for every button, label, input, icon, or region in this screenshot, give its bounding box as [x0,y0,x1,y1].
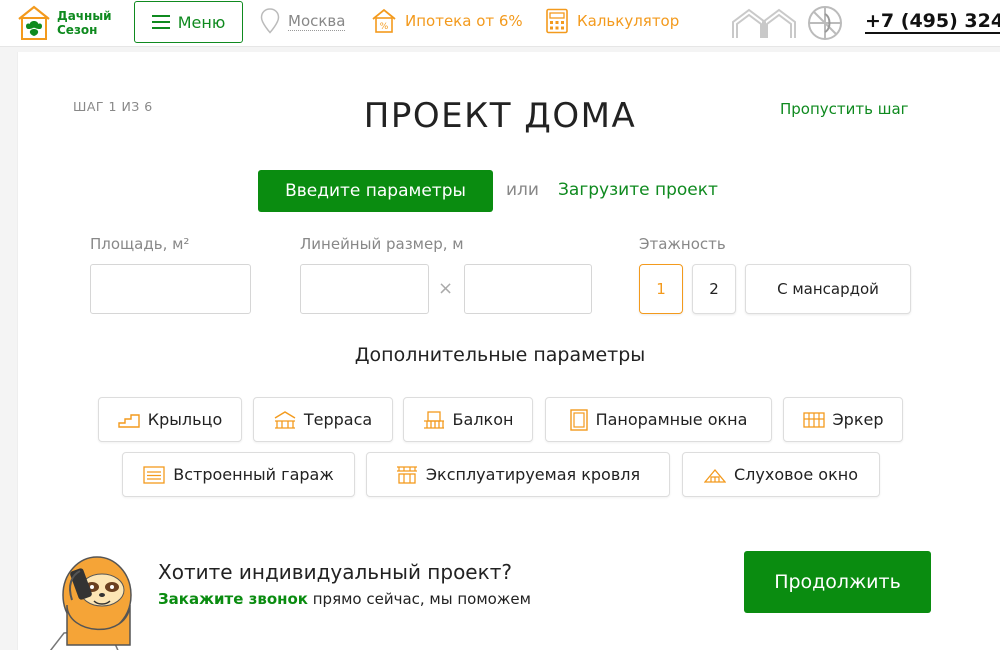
calculator-link[interactable]: Калькулятор [545,8,679,34]
logo-line1: Дачный [57,9,112,23]
menu-label: Меню [177,12,226,32]
extra-terrace[interactable]: Терраса [253,397,393,442]
extra-garage[interactable]: Встроенный гараж [122,452,355,497]
extra-terrace-label: Терраса [303,410,373,429]
mortgage-label: Ипотека от 6% [405,12,523,30]
mortgage-link[interactable]: % Ипотека от 6% [371,8,523,34]
calculator-icon [546,8,568,34]
extra-garage-label: Встроенный гараж [173,465,334,484]
order-call-link[interactable]: Закажите звонок [158,590,308,608]
extra-usable-roof[interactable]: Эксплуатируемая кровля [366,452,670,497]
extra-bay-window[interactable]: Эркер [783,397,903,442]
or-text: или [506,180,539,200]
bay-window-icon [802,411,825,428]
percent-house-icon: % [372,8,396,33]
extra-params-title: Дополнительные параметры [354,344,646,366]
extra-porch[interactable]: Крыльцо [98,397,242,442]
extra-panoramic-label: Панорамные окна [595,410,748,429]
linear-size-label: Линейный размер, м [300,235,464,253]
houses-logo-icon [732,8,796,38]
area-input[interactable] [90,264,251,314]
partner-houses-logo[interactable] [731,4,797,44]
round-logo-icon [808,6,842,40]
times-sign: × [438,278,454,299]
partner-round-logo[interactable] [806,4,844,46]
panoramic-window-icon [569,408,588,431]
logo-house-icon [18,5,50,40]
usable-roof-icon [396,465,417,484]
skip-step-link[interactable]: Пропустить шаг [780,100,909,118]
extra-porch-label: Крыльцо [147,410,223,429]
logo[interactable]: Дачный Сезон [17,5,112,41]
continue-button[interactable]: Продолжить [744,551,931,613]
extra-dormer-window[interactable]: Слуховое окно [682,452,880,497]
location-pin-icon [260,8,280,34]
dormer-window-icon [704,468,726,483]
extra-usable-roof-label: Эксплуатируемая кровля [425,465,641,484]
city-name: Москва [288,11,346,31]
garage-icon [143,465,165,484]
menu-button[interactable]: Меню [134,1,243,43]
promo-title: Хотите индивидуальный проект? [158,560,512,584]
enter-parameters-tab[interactable]: Введите параметры [258,170,493,212]
balcony-icon [423,410,444,429]
extra-balcony[interactable]: Балкон [403,397,533,442]
width-input[interactable] [464,264,592,314]
floor-option-2[interactable]: 2 [692,264,736,314]
city-selector[interactable]: Москва [260,8,346,34]
area-label: Площадь, м² [90,235,190,253]
logo-text: Дачный Сезон [57,9,112,37]
promo-subtitle: Закажите звонок прямо сейчас, мы поможем [158,590,531,608]
extra-bay-window-label: Эркер [832,410,884,429]
extra-dormer-label: Слуховое окно [734,465,858,484]
upload-project-link[interactable]: Загрузите проект [558,180,718,200]
extra-panoramic-windows[interactable]: Панорамные окна [545,397,772,442]
floor-option-1[interactable]: 1 [639,264,683,314]
phone-number[interactable]: +7 (495) 324 [865,10,1000,34]
extra-balcony-label: Балкон [452,410,514,429]
length-input[interactable] [300,264,429,314]
terrace-icon [274,410,296,429]
calculator-label: Калькулятор [577,12,680,30]
svg-text:%: % [380,22,389,32]
hamburger-icon [151,15,170,29]
site-header: Дачный Сезон Меню Москва % Ипотека от 6% [0,0,1000,47]
sloth-mascot-icon [49,556,132,650]
floors-label: Этажность [639,235,726,253]
porch-stairs-icon [118,413,140,428]
logo-line2: Сезон [57,23,98,37]
promo-rest-text: прямо сейчас, мы поможем [307,590,531,608]
floor-option-attic[interactable]: С мансардой [745,264,911,314]
